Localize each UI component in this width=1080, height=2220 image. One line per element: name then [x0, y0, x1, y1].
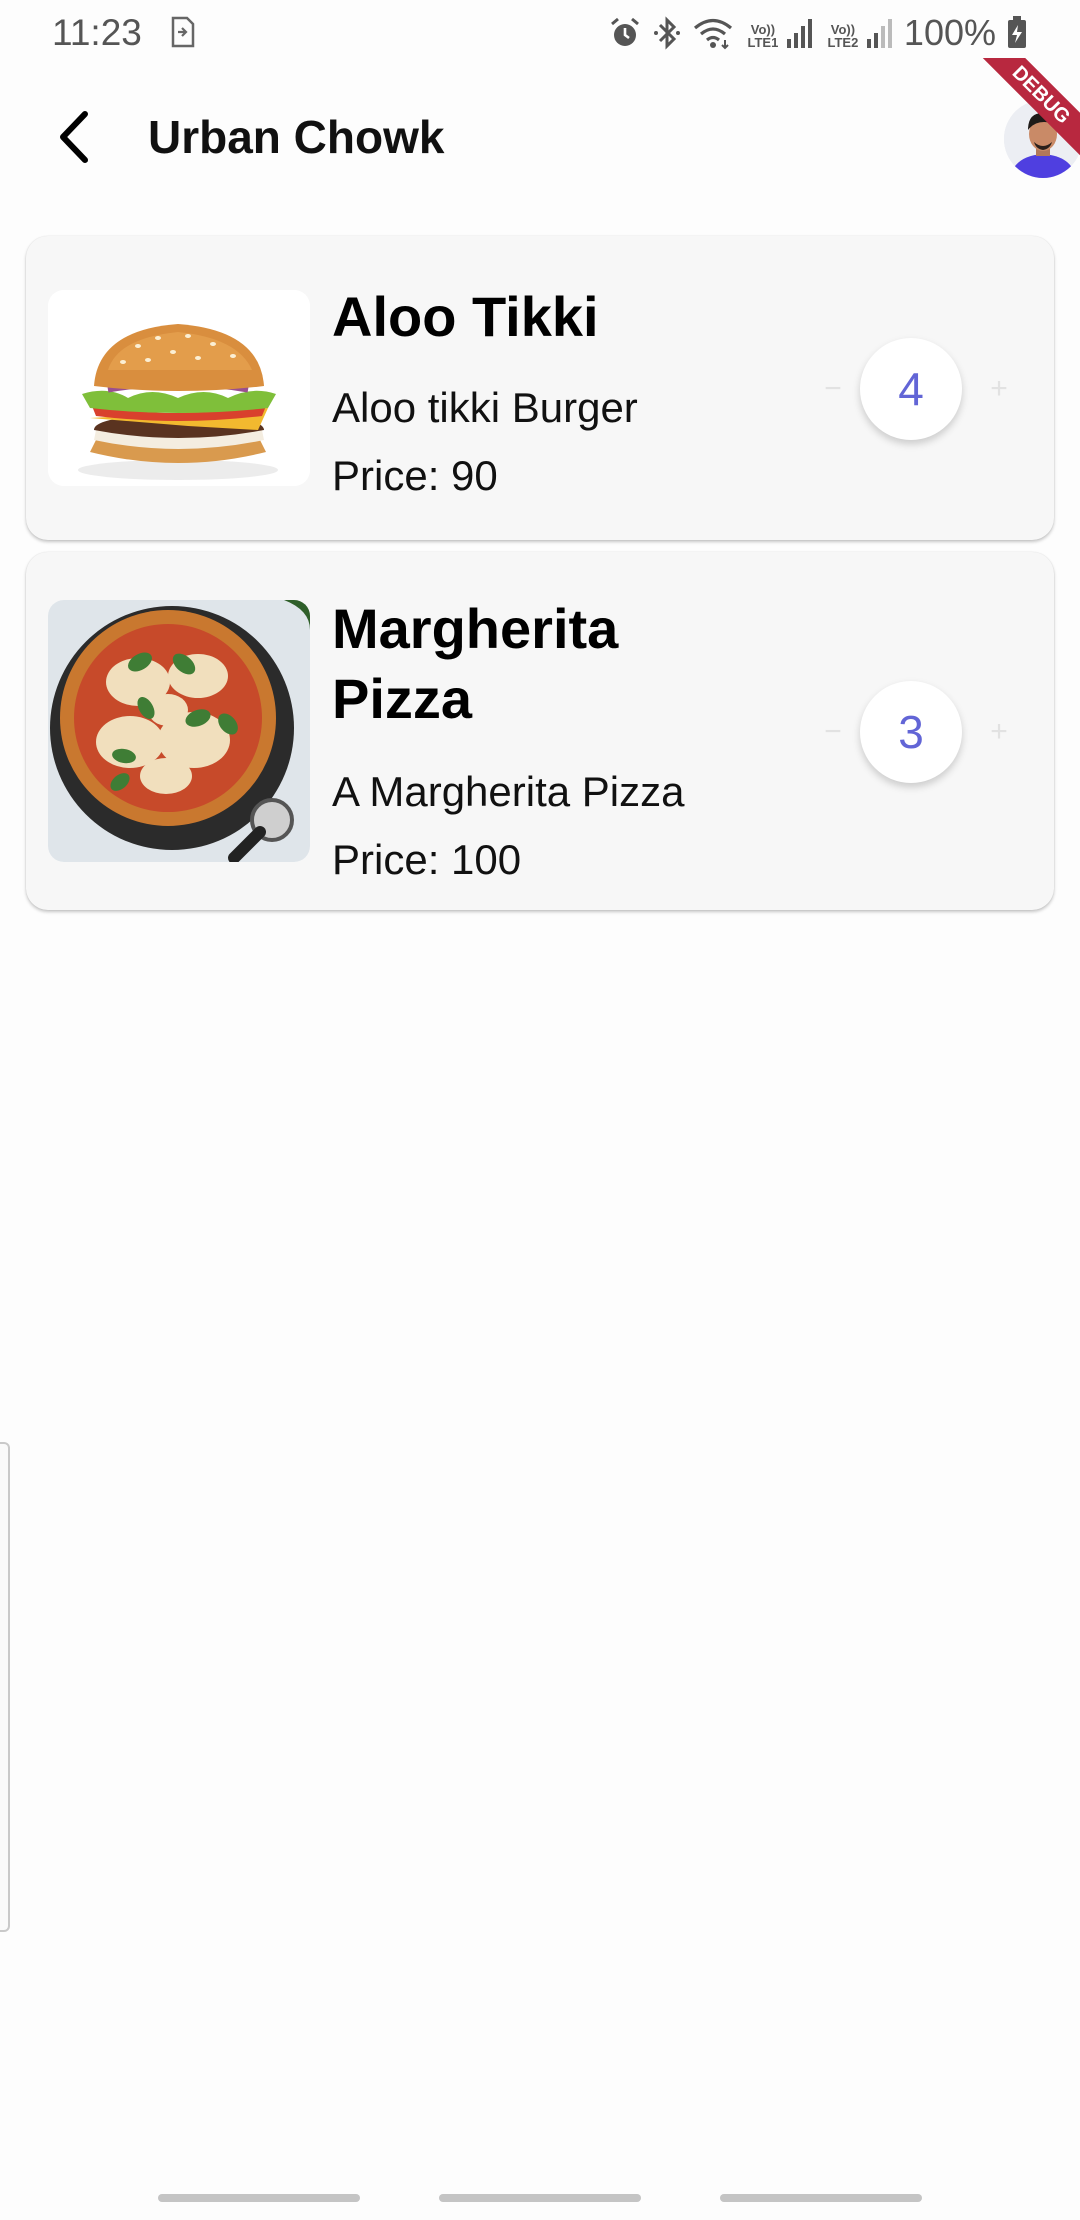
arrow-back-icon [60, 111, 88, 163]
burger-image [48, 290, 310, 486]
sim-card-icon [171, 16, 195, 48]
page-title: Urban Chowk [148, 111, 445, 163]
battery-percent: 100% [903, 12, 996, 53]
increment-button[interactable]: + [974, 707, 1024, 757]
item-description: A Margherita Pizza [332, 768, 685, 815]
decrement-button[interactable]: − [808, 364, 858, 414]
increment-button[interactable]: + [974, 364, 1024, 414]
item-name: Margherita Pizza [332, 597, 619, 730]
quantity-stepper: − 3 + [778, 677, 1048, 787]
decrement-button[interactable]: − [808, 707, 858, 757]
battery-charging-icon [1008, 16, 1026, 48]
sim2-label: Vo)) LTE2 [824, 17, 894, 49]
app-bar: Urban Chowk [0, 66, 1080, 206]
nav-back-button[interactable] [720, 2194, 922, 2202]
status-bar: 11:23 Vo)) LTE1 Vo)) LTE2 100% [0, 0, 1080, 66]
quantity-value: 4 [860, 338, 962, 440]
nav-home-button[interactable] [439, 2194, 641, 2202]
quantity-stepper: − 4 + [778, 334, 1048, 444]
item-price: Price: 100 [332, 836, 522, 883]
pizza-icon [48, 600, 310, 862]
list-item: Margherita Pizza A Margherita Pizza Pric… [26, 552, 1054, 910]
item-list: Aloo Tikki Aloo tikki Burger Price: 90 −… [26, 236, 1054, 922]
edge-panel-handle[interactable] [0, 1442, 10, 1932]
back-button[interactable] [40, 102, 110, 172]
user-avatar-icon [1004, 100, 1080, 178]
signal-icon [786, 19, 812, 48]
wifi-icon [693, 18, 732, 50]
item-description: Aloo tikki Burger [332, 384, 638, 431]
pizza-image [48, 600, 310, 862]
signal-icon [866, 19, 892, 48]
item-price: Price: 90 [332, 452, 498, 499]
alarm-icon [610, 17, 639, 46]
status-time: 11:23 [52, 12, 142, 53]
navigation-bar [0, 2192, 1080, 2204]
nav-recents-button[interactable] [158, 2194, 360, 2202]
bluetooth-icon [653, 16, 680, 50]
avatar[interactable] [1004, 100, 1080, 178]
quantity-value: 3 [860, 681, 962, 783]
item-name: Aloo Tikki [332, 285, 599, 348]
status-icons: Vo)) LTE1 Vo)) LTE2 100% [608, 12, 1028, 54]
sim1-label: Vo)) LTE1 [744, 17, 814, 49]
burger-icon [48, 290, 310, 486]
list-item: Aloo Tikki Aloo tikki Burger Price: 90 −… [26, 236, 1054, 540]
